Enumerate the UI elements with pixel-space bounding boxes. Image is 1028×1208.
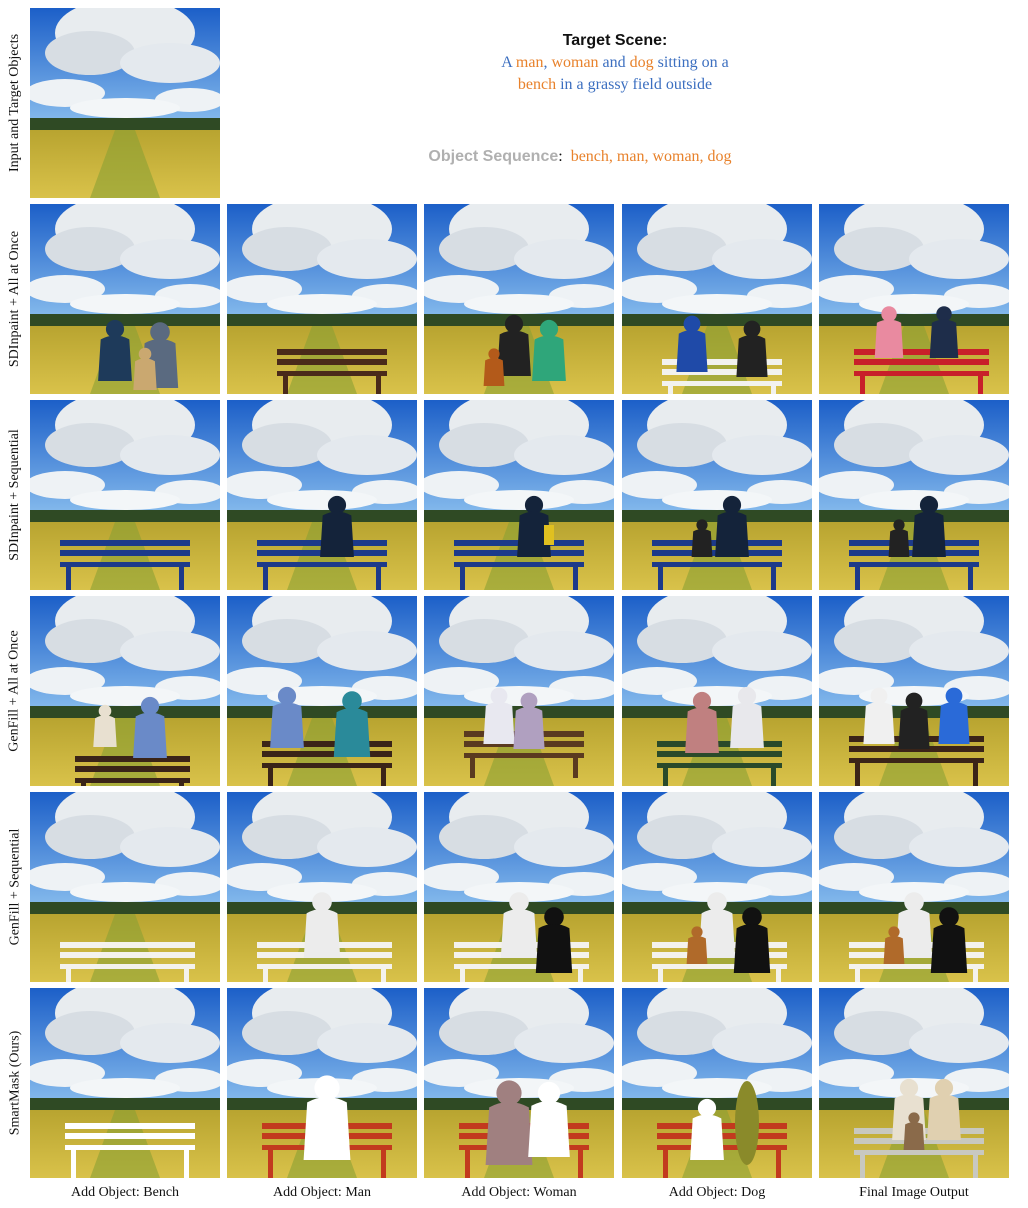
target-scene-block: Target Scene: A man, woman and dog sitti… xyxy=(390,32,840,96)
result-image-r4-c2 xyxy=(424,792,614,982)
result-image-r4-c0 xyxy=(30,792,220,982)
row-label-smartmask: SmartMask (Ours) xyxy=(7,1030,23,1136)
col-caption-man: Add Object: Man xyxy=(273,1185,371,1200)
object-sequence-items: bench, man, woman, dog xyxy=(570,148,732,165)
target-seg-4: and xyxy=(598,54,630,71)
row-label-genfill-all: GenFill + All at Once xyxy=(7,630,22,752)
target-seg-5: dog xyxy=(629,54,654,71)
result-image-r2-c1 xyxy=(227,400,417,590)
target-seg-1: man xyxy=(515,54,544,71)
target-seg-7: bench xyxy=(517,76,557,93)
target-seg-0: A xyxy=(501,54,516,71)
result-image-r3-c4 xyxy=(819,596,1009,786)
row-label-genfill-seq: GenFill + Sequential xyxy=(7,828,22,946)
target-scene-text: A man, woman and dog sitting on a bench i… xyxy=(390,52,840,96)
result-image-r4-c1 xyxy=(227,792,417,982)
result-image-r5-c3 xyxy=(622,988,812,1178)
result-image-r1-c2 xyxy=(424,204,614,394)
target-seg-6: sitting on a xyxy=(653,54,729,71)
input-image xyxy=(30,8,220,198)
result-image-r4-c4 xyxy=(819,792,1009,982)
object-sequence-colon: : xyxy=(558,148,563,165)
target-seg-8: in a grassy field outside xyxy=(556,76,713,93)
result-image-r4-c3 xyxy=(622,792,812,982)
result-image-r2-c2 xyxy=(424,400,614,590)
result-image-r5-c2 xyxy=(424,988,614,1178)
object-sequence-label: Object Sequence xyxy=(428,148,559,165)
col-caption-woman: Add Object: Woman xyxy=(461,1185,577,1200)
row-label-sdinpaint-all: SDInpaint + All at Once xyxy=(7,230,22,368)
result-image-r1-c0 xyxy=(30,204,220,394)
col-caption-final: Final Image Output xyxy=(859,1185,969,1200)
result-image-r1-c1 xyxy=(227,204,417,394)
result-image-r5-c4 xyxy=(819,988,1009,1178)
row-label-input: Input and Target Objects xyxy=(7,33,22,173)
result-image-r3-c3 xyxy=(622,596,812,786)
result-image-r2-c0 xyxy=(30,400,220,590)
target-scene-title: Target Scene: xyxy=(562,32,668,49)
result-image-r5-c1 xyxy=(227,988,417,1178)
col-caption-dog: Add Object: Dog xyxy=(668,1185,766,1200)
row-label-sdinpaint-seq: SDInpaint + Sequential xyxy=(7,429,23,561)
result-image-r1-c4 xyxy=(819,204,1009,394)
result-image-r2-c3 xyxy=(622,400,812,590)
result-image-r1-c3 xyxy=(622,204,812,394)
result-image-r5-c0 xyxy=(30,988,220,1178)
target-seg-3: woman xyxy=(551,54,599,71)
result-image-r2-c4 xyxy=(819,400,1009,590)
object-sequence-block: Object Sequence: bench, man, woman, dog xyxy=(330,148,830,166)
col-caption-bench: Add Object: Bench xyxy=(70,1185,180,1200)
result-image-r3-c2 xyxy=(424,596,614,786)
result-image-r3-c1 xyxy=(227,596,417,786)
result-image-r3-c0 xyxy=(30,596,220,786)
